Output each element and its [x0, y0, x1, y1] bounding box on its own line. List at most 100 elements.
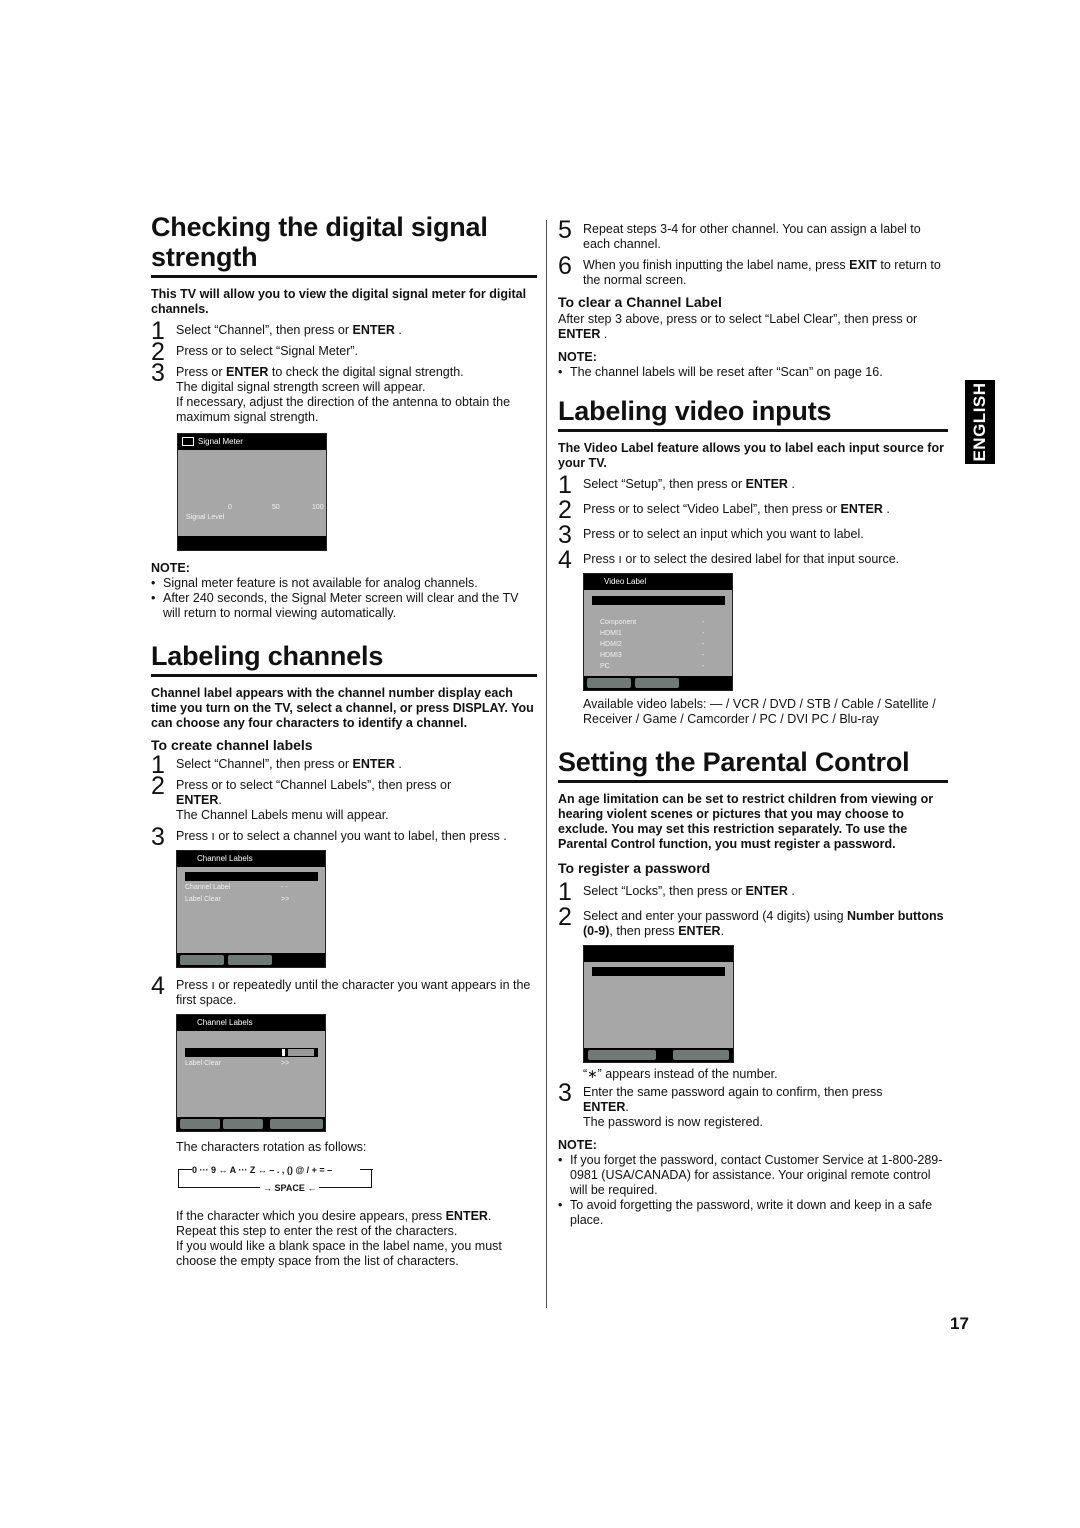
step-text: Press ı or to select the desired label f… — [583, 552, 900, 566]
osd-footer-button — [635, 678, 679, 688]
outro-text: Repeat this step to enter the rest of th… — [176, 1224, 458, 1238]
step-text: , then press — [609, 924, 679, 938]
available-video-labels: Available video labels: — / VCR / DVD / … — [583, 697, 936, 726]
page-number: 17 — [950, 1314, 969, 1333]
parental-step-3: 3 Enter the same password again to confi… — [558, 1081, 948, 1130]
osd-row-value: - - — [281, 884, 288, 891]
right-column: 5 Repeat steps 3-4 for other channel. Yo… — [558, 218, 948, 1228]
step-key: EXIT — [849, 258, 877, 272]
tv-icon — [182, 437, 194, 446]
left-column: Checking the digital signal strength Thi… — [151, 212, 537, 1269]
video-step-3: 3 Press or to select an input which you … — [558, 523, 948, 548]
osd-row-label: Label Clear — [185, 896, 221, 903]
section-title-video: Labeling video inputs — [558, 396, 948, 432]
create-labels-subhead: To create channel labels — [151, 737, 313, 753]
step-number: 6 — [558, 252, 572, 280]
osd-row-value: - — [702, 630, 705, 637]
note-item: The channel labels will be reset after “… — [558, 365, 948, 380]
signal-intro: This TV will allow you to view the digit… — [151, 287, 527, 316]
osd-title: Channel Labels — [197, 1018, 253, 1027]
channels-step-4: 4 Press ı or repeatedly until the charac… — [151, 974, 537, 1008]
step-text: Select “Setup”, then press or — [583, 477, 746, 491]
step-number: 3 — [151, 823, 165, 851]
osd-row-value: >> — [281, 1060, 290, 1067]
channels-step-3: 3 Press ı or to select a channel you wan… — [151, 825, 537, 850]
step-text: Enter the same password again to confirm… — [583, 1085, 883, 1099]
channels-outro: If the character which you desire appear… — [151, 1209, 537, 1269]
step-key: ENTER — [745, 884, 788, 898]
outro-text: If you would like a blank space in the l… — [176, 1239, 502, 1268]
osd-footer-button — [228, 955, 272, 965]
signal-step-2: 2 Press or to select “Signal Meter”. — [151, 340, 537, 365]
text-cursor — [282, 1049, 285, 1056]
video-label-screen: Video Label Component - HDMI1 - HDMI2 - … — [583, 573, 733, 691]
step-text: Press ı or repeatedly until the characte… — [176, 978, 531, 1007]
step-number: 4 — [558, 546, 572, 574]
osd-title-bar: Video Label — [584, 574, 732, 590]
rotation-arrow-right — [360, 1169, 373, 1170]
channels-step-6: 6 When you finish inputting the label na… — [558, 254, 948, 288]
parental-intro: An age limitation can be set to restrict… — [558, 792, 934, 851]
asterisk-note: “∗” appears instead of the number. — [583, 1067, 778, 1081]
note-heading: NOTE: — [558, 1138, 597, 1152]
step-text: Select “Channel”, then press or — [176, 757, 353, 771]
step-text: . — [625, 1100, 629, 1114]
step-number: 2 — [151, 772, 165, 800]
labeling-video-section: Labeling video inputs The Video Label fe… — [558, 396, 948, 727]
step-number: 3 — [558, 1079, 572, 1107]
osd-row-value: - — [702, 641, 705, 648]
step-number: 3 — [151, 359, 165, 387]
osd-row-label: Component — [600, 619, 637, 626]
step-key: ENTER — [678, 924, 721, 938]
osd-footer-button — [588, 1050, 656, 1060]
channels-intro: Channel label appears with the channel n… — [151, 686, 534, 730]
step-text: Press or to select “Video Label”, then p… — [583, 502, 841, 516]
step-text: . — [720, 924, 725, 938]
osd-row-label: HDMI1 — [600, 630, 622, 637]
outro-text: . — [487, 1209, 492, 1223]
step-key: ENTER — [745, 477, 788, 491]
osd-row-value: - — [702, 652, 705, 659]
osd-row-label: HDMI3 — [600, 652, 622, 659]
step-text: Press or — [176, 365, 227, 379]
step-key: ENTER — [176, 793, 219, 807]
step-key: ENTER — [352, 323, 395, 337]
video-step-4: 4 Press ı or to select the desired label… — [558, 548, 948, 573]
step-detail: The Channel Labels menu will appear. — [176, 808, 389, 822]
step-text: Press or to select an input which you wa… — [583, 527, 864, 541]
osd-title-bar: Channel Labels — [177, 851, 325, 867]
channels-step-5: 5 Repeat steps 3-4 for other channel. Yo… — [558, 218, 948, 252]
step-text: . — [394, 323, 402, 337]
video-step-1: 1 Select “Setup”, then press or ENTER . — [558, 473, 948, 498]
rotation-arrow-left — [178, 1169, 192, 1170]
label-input-field — [288, 1049, 314, 1056]
video-step-2: 2 Press or to select “Video Label”, then… — [558, 498, 948, 523]
osd-title-bar: Channel Labels — [177, 1015, 325, 1031]
clear-text: . — [600, 327, 608, 341]
signal-step-1: 1 Select “Channel”, then press or ENTER … — [151, 319, 537, 344]
osd-footer-button — [180, 955, 224, 965]
osd-title-bar — [584, 946, 733, 962]
character-rotation-diagram: 0 ··· 9 ↔ A ··· Z ↔ – . , () @ / + = – →… — [176, 1161, 537, 1197]
step-text: Press ı or to select a channel you want … — [176, 829, 507, 843]
step-text: Select “Locks”, then press or — [583, 884, 746, 898]
rotation-intro: The characters rotation as follows: — [176, 1140, 367, 1154]
labeling-channels-section: Labeling channels Channel label appears … — [151, 641, 537, 1269]
rotation-sequence: 0 ··· 9 ↔ A ··· Z ↔ – . , () @ / + = – — [192, 1165, 333, 1175]
scale-0: 0 — [228, 504, 232, 511]
step-number: 3 — [558, 521, 572, 549]
parental-step-1: 1 Select “Locks”, then press or ENTER . — [558, 880, 948, 905]
step-text: Select “Channel”, then press or — [176, 323, 353, 337]
signal-level-label: Signal Level — [186, 514, 225, 521]
step-text: Press or to select “Channel Labels”, the… — [176, 778, 452, 792]
step-number: 1 — [558, 878, 572, 906]
signal-strength-section: Checking the digital signal strength Thi… — [151, 212, 537, 621]
osd-row-value: - — [702, 619, 705, 626]
video-intro: The Video Label feature allows you to la… — [558, 441, 944, 470]
step-key: ENTER — [840, 502, 883, 516]
rotation-space: → SPACE ← — [260, 1183, 320, 1193]
outro-text: If the character which you desire appear… — [176, 1209, 446, 1223]
channels-step-1: 1 Select “Channel”, then press or ENTER … — [151, 753, 537, 778]
register-password-subhead: To register a password — [558, 860, 711, 876]
step-text: . — [787, 884, 795, 898]
